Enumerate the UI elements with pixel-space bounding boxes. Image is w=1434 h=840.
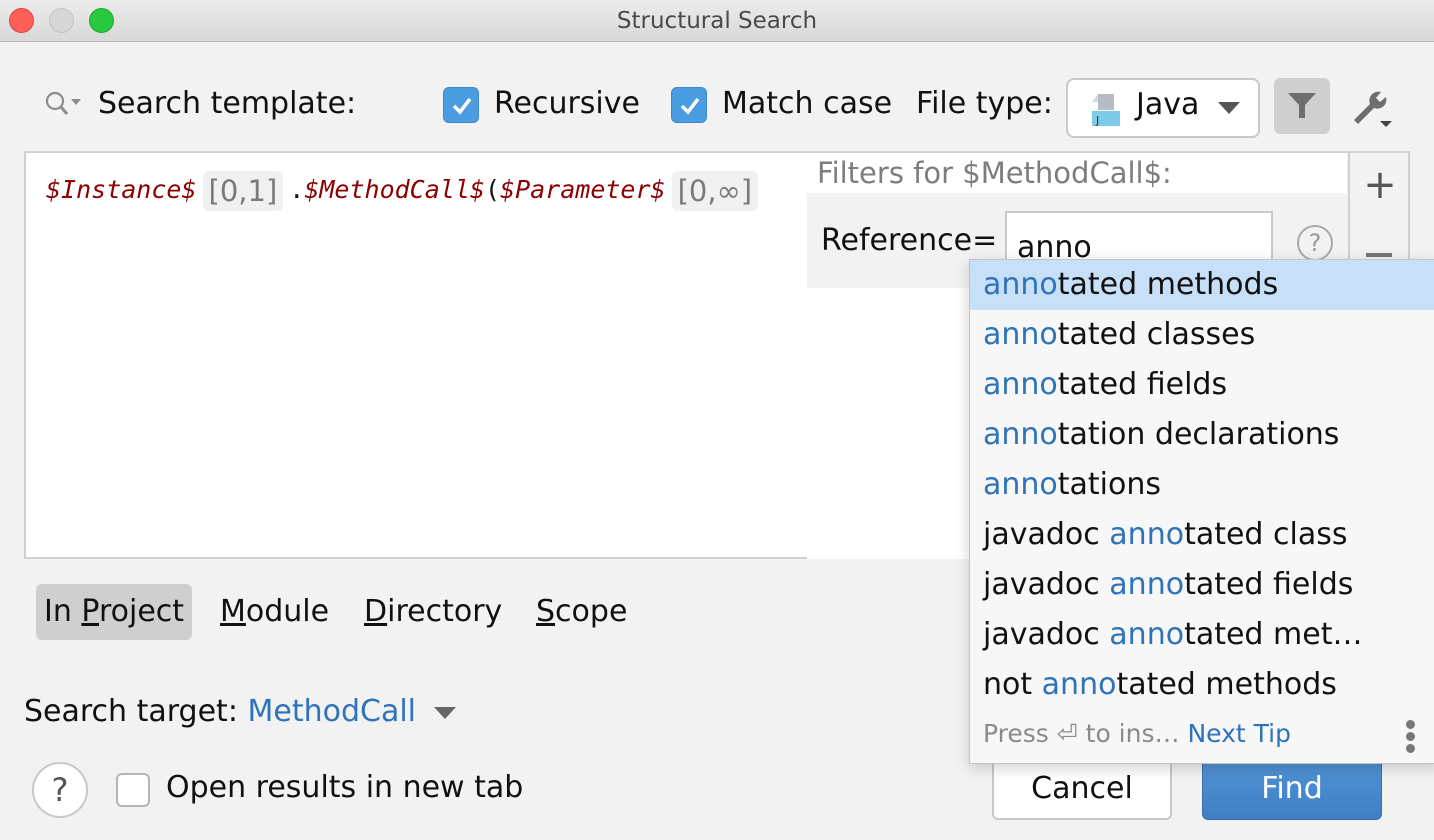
match-case-checkbox[interactable] <box>671 87 707 123</box>
open-results-new-tab-label[interactable]: Open results in new tab <box>166 770 523 805</box>
file-type-label: File type: <box>916 86 1053 121</box>
paren-token: ( <box>484 175 501 204</box>
chevron-down-icon <box>1218 102 1240 114</box>
filter-toggle-button[interactable] <box>1274 78 1330 134</box>
scope-label: cope <box>555 594 628 629</box>
item-suffix: tated methods <box>1057 267 1279 302</box>
recursive-label[interactable]: Recursive <box>494 86 640 121</box>
variable-method-call[interactable]: $MethodCall$ <box>304 175 485 204</box>
item-suffix: tation declarations <box>1057 417 1340 452</box>
reference-help-icon[interactable]: ? <box>1297 225 1333 261</box>
checkmark-icon <box>680 97 700 115</box>
variable-parameter[interactable]: $Parameter$ <box>500 175 666 204</box>
cancel-button[interactable]: Cancel <box>992 758 1172 820</box>
recursive-checkbox[interactable] <box>443 87 479 123</box>
chevron-down-icon[interactable] <box>433 706 456 719</box>
autocomplete-list: annotated methods annotated classes annota… <box>970 260 1434 710</box>
mnemonic: M <box>220 594 246 629</box>
item-prefix: not <box>983 667 1042 702</box>
autocomplete-item[interactable]: annotated classes <box>970 310 1434 360</box>
item-match-highlight: anno <box>983 267 1058 302</box>
item-match-highlight: anno <box>983 367 1058 402</box>
file-type-value: Java <box>1136 87 1200 122</box>
search-history-icon[interactable] <box>44 90 84 120</box>
template-code: $Instance$ [0,1] .$MethodCall$($Parameter$… <box>46 171 764 211</box>
dot-token: . <box>289 175 305 204</box>
item-suffix: tated class <box>1184 517 1348 552</box>
item-suffix: tated methods <box>1116 667 1337 702</box>
autocomplete-item[interactable]: javadoc annotated met… <box>970 610 1434 660</box>
variable-instance[interactable]: $Instance$ <box>46 175 197 204</box>
title-bar: Structural Search <box>0 0 1434 42</box>
item-match-highlight: anno <box>983 417 1058 452</box>
item-suffix: tated fields <box>1184 567 1354 602</box>
autocomplete-footer: Press ⏎ to ins… Next Tip <box>970 708 1434 763</box>
scope-tab-directory[interactable]: Directory <box>356 584 510 640</box>
autocomplete-item[interactable]: not annotated methods <box>970 660 1434 710</box>
autocomplete-popup: annotated methods annotated classes annota… <box>969 259 1434 764</box>
template-editor[interactable]: $Instance$ [0,1] .$MethodCall$($Parameter$… <box>24 151 808 559</box>
item-suffix: tations <box>1057 467 1162 502</box>
search-target-dropdown[interactable]: MethodCall <box>247 694 416 729</box>
mnemonic: D <box>364 594 388 629</box>
checkmark-icon <box>452 97 472 115</box>
item-match-highlight: anno <box>983 467 1058 502</box>
item-prefix: javadoc <box>983 617 1110 652</box>
java-file-icon: J <box>1090 92 1126 128</box>
file-type-select[interactable]: J Java <box>1066 78 1260 138</box>
search-template-label: Search template: <box>98 86 357 121</box>
remove-filter-button[interactable] <box>1366 253 1392 257</box>
window-title: Structural Search <box>616 8 818 34</box>
scope-tab-scope[interactable]: Scope <box>528 584 635 640</box>
search-options-row: Search template: Recursive Match case Fi… <box>0 78 1434 138</box>
add-filter-button[interactable]: + <box>1362 165 1398 205</box>
more-options-icon[interactable] <box>1406 720 1416 756</box>
parameter-count-badge[interactable]: [0,∞] <box>671 171 759 211</box>
open-results-new-tab-checkbox[interactable] <box>116 773 150 807</box>
reference-label: Reference= <box>821 223 998 258</box>
item-match-highlight: anno <box>1041 667 1117 702</box>
scope-label: In <box>44 594 82 629</box>
filters-header: Filters for $MethodCall$: <box>807 153 1347 193</box>
autocomplete-item[interactable]: annotated fields <box>970 360 1434 410</box>
item-match-highlight: anno <box>1109 517 1185 552</box>
mnemonic: S <box>536 594 556 629</box>
scope-label: irectory <box>387 594 503 629</box>
autocomplete-item[interactable]: annotated methods <box>970 260 1434 310</box>
search-target-label: Search target: <box>24 694 238 729</box>
scope-label: odule <box>245 594 330 629</box>
svg-text:J: J <box>1095 114 1099 127</box>
item-prefix: javadoc <box>983 517 1110 552</box>
item-prefix: javadoc <box>983 567 1110 602</box>
filter-icon <box>1288 93 1316 118</box>
item-suffix: tated met… <box>1184 617 1363 652</box>
item-match-highlight: anno <box>1109 567 1185 602</box>
autocomplete-item[interactable]: annotation declarations <box>970 410 1434 460</box>
scope-tab-module[interactable]: Module <box>212 584 337 640</box>
insert-hint: Press ⏎ to ins… <box>983 719 1180 748</box>
match-case-label[interactable]: Match case <box>722 86 892 121</box>
scope-label: roject <box>98 594 185 629</box>
item-suffix: tated fields <box>1057 367 1228 402</box>
autocomplete-item[interactable]: annotations <box>970 460 1434 510</box>
next-tip-link[interactable]: Next Tip <box>1187 719 1291 748</box>
item-match-highlight: anno <box>1109 617 1185 652</box>
item-suffix: tated classes <box>1057 317 1256 352</box>
autocomplete-item[interactable]: javadoc annotated class <box>970 510 1434 560</box>
item-match-highlight: anno <box>983 317 1058 352</box>
instance-count-badge[interactable]: [0,1] <box>202 171 284 211</box>
help-button[interactable]: ? <box>32 762 88 818</box>
search-target-row: Search target: MethodCall <box>24 694 456 729</box>
scope-tab-in-project[interactable]: In Project <box>36 584 193 640</box>
find-button[interactable]: Find <box>1202 758 1382 820</box>
settings-wrench-button[interactable] <box>1348 84 1394 130</box>
mnemonic: P <box>81 594 99 629</box>
autocomplete-item[interactable]: javadoc annotated fields <box>970 560 1434 610</box>
wrench-icon <box>1354 91 1392 127</box>
